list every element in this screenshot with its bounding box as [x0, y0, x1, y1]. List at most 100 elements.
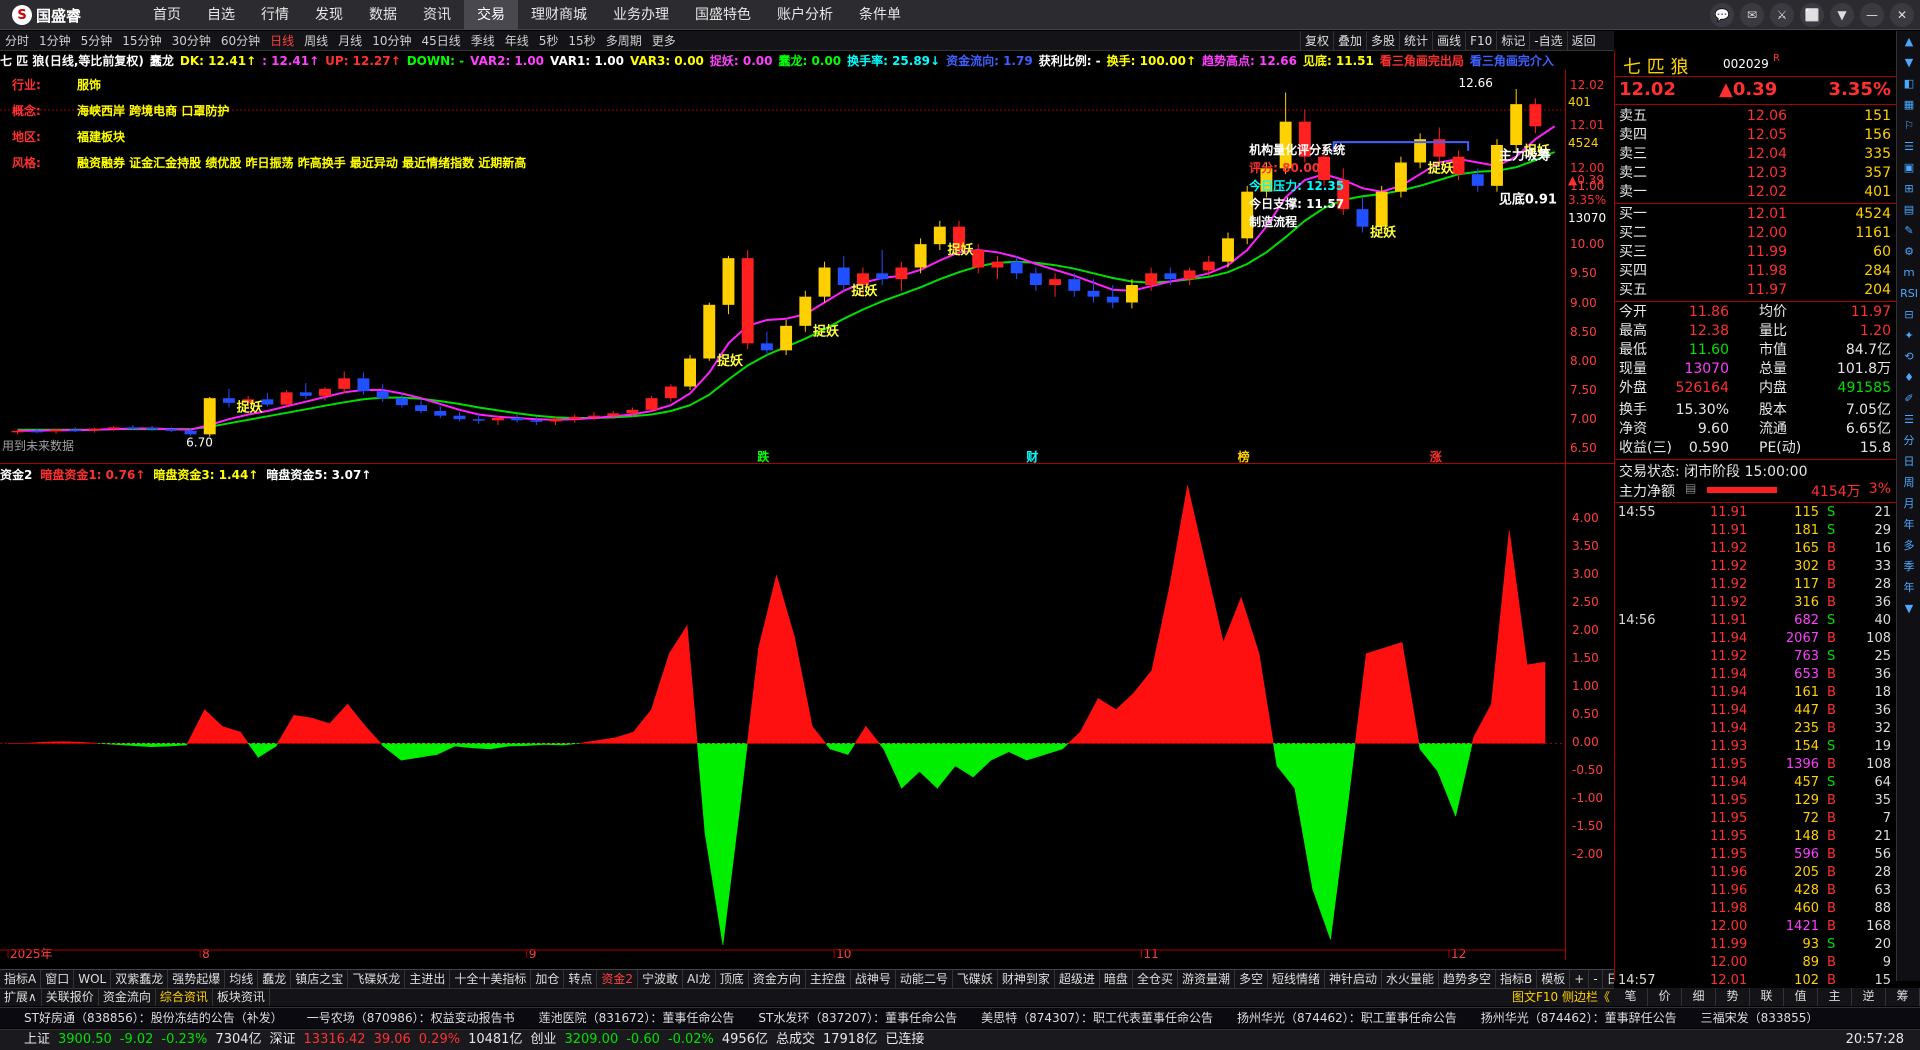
- indicator-tab[interactable]: 强势起爆: [168, 970, 226, 988]
- side-tool-icon[interactable]: 周: [1897, 472, 1920, 493]
- news-item[interactable]: 扬州华光（874462）：董事辞任公告: [1481, 1008, 1677, 1028]
- side-tool-icon[interactable]: 年: [1897, 514, 1920, 535]
- window-control-icon[interactable]: ▼: [1830, 3, 1854, 27]
- quote-tab[interactable]: 细: [1682, 988, 1716, 1006]
- indicator-tab[interactable]: 加仓: [531, 970, 565, 988]
- toolbar-button[interactable]: 画线: [1432, 31, 1465, 51]
- toolbar-button[interactable]: 复权: [1300, 31, 1333, 51]
- menu-item[interactable]: 国盛特色: [682, 0, 764, 30]
- side-tool-icon[interactable]: ⊟: [1897, 304, 1920, 325]
- side-tool-icon[interactable]: ▤: [1897, 199, 1920, 220]
- kline-chart[interactable]: 12.666.70捉妖捉妖捉妖捉妖捉妖捉妖捉妖捉妖主力吸筹见底0.91机构量化评…: [0, 70, 1566, 960]
- indicator-tab[interactable]: 飞碟妖龙: [348, 970, 406, 988]
- side-tool-icon[interactable]: ☰: [1897, 136, 1920, 157]
- indicator-tab[interactable]: 双紫蠢龙: [111, 970, 169, 988]
- news-item[interactable]: 扬州华光（874462）：职工董事任命公告: [1237, 1008, 1457, 1028]
- period-tab[interactable]: 多周期: [601, 32, 647, 49]
- toolbar-button[interactable]: 多股: [1366, 31, 1399, 51]
- quote-tab[interactable]: 联: [1750, 988, 1784, 1006]
- order-book-row[interactable]: 卖一 12.02 401: [1615, 183, 1897, 202]
- quote-tab[interactable]: 筹: [1886, 988, 1920, 1006]
- indicator-tab[interactable]: 神针启动: [1325, 970, 1383, 988]
- period-tab[interactable]: 月线: [333, 32, 367, 49]
- indicator-tab[interactable]: 主控盘: [806, 970, 851, 988]
- indicator-tab[interactable]: 十全十美指标: [450, 970, 532, 988]
- indicator-tab[interactable]: 财神到家: [998, 970, 1055, 988]
- menu-item[interactable]: 条件单: [846, 0, 914, 30]
- window-control-icon[interactable]: 💬: [1710, 3, 1734, 27]
- period-tab[interactable]: 45日线: [416, 32, 465, 49]
- toolbar-button[interactable]: -自选: [1529, 31, 1566, 51]
- window-control-icon[interactable]: ✉: [1740, 3, 1764, 27]
- indicator-tab[interactable]: 多空: [1235, 970, 1268, 988]
- toolbar-button[interactable]: 统计: [1399, 31, 1432, 51]
- side-tool-icon[interactable]: ◧: [1897, 73, 1920, 94]
- period-tab[interactable]: 15分钟: [117, 32, 166, 49]
- order-book-row[interactable]: 卖二 12.03 357: [1615, 164, 1897, 183]
- news-item[interactable]: 一号农场（870986）：权益变动报告书: [307, 1008, 515, 1028]
- indicator-tab[interactable]: 暗盘: [1100, 970, 1133, 988]
- period-tab[interactable]: 更多: [647, 32, 681, 49]
- quote-tab[interactable]: 价: [1648, 988, 1682, 1006]
- indicator-tab[interactable]: 动能二号: [896, 970, 953, 988]
- quote-tab[interactable]: 值: [1784, 988, 1818, 1006]
- toolbar-button[interactable]: 标记: [1496, 31, 1529, 51]
- order-book-row[interactable]: 卖三 12.04 335: [1615, 145, 1897, 164]
- indicator-tab[interactable]: 战神号: [851, 970, 896, 988]
- period-tab[interactable]: 分时: [0, 32, 34, 49]
- order-book-row[interactable]: 买一 12.01 4524: [1615, 205, 1897, 224]
- menu-item[interactable]: 理财商城: [518, 0, 600, 30]
- menu-item[interactable]: 首页: [140, 0, 194, 30]
- side-tool-icon[interactable]: 分: [1897, 430, 1920, 451]
- indicator-tab[interactable]: 日线: [1603, 970, 1614, 988]
- menu-item[interactable]: 数据: [356, 0, 410, 30]
- side-tool-icon[interactable]: ⚙: [1897, 241, 1920, 262]
- news-item[interactable]: 美思特（874307）：职工代表董事任命公告: [981, 1008, 1213, 1028]
- period-tab[interactable]: 1分钟: [34, 32, 76, 49]
- side-tool-icon[interactable]: ⚐: [1897, 115, 1920, 136]
- window-control-icon[interactable]: —: [1860, 3, 1884, 27]
- indicator-tab[interactable]: -: [1589, 970, 1603, 988]
- indicator-tab[interactable]: 转点: [564, 970, 598, 988]
- indicator-tab[interactable]: 短线情绪: [1268, 970, 1325, 988]
- side-tool-icon[interactable]: 季: [1897, 556, 1920, 577]
- side-tool-icon[interactable]: ▦: [1897, 94, 1920, 115]
- period-tab[interactable]: 15秒: [563, 32, 600, 49]
- side-tool-icon[interactable]: ⟲: [1897, 346, 1920, 367]
- period-tab[interactable]: 季线: [466, 32, 500, 49]
- indicator-tab[interactable]: 飞碟妖: [953, 970, 998, 988]
- indicator-tab[interactable]: 超级进: [1055, 970, 1100, 988]
- side-tool-icon[interactable]: ▼: [1897, 598, 1920, 619]
- indicator-tab[interactable]: 镇店之宝: [291, 970, 349, 988]
- indicator-tab[interactable]: 资金方向: [749, 970, 806, 988]
- news-item[interactable]: 莲池医院（831672）：董事任命公告: [539, 1008, 735, 1028]
- order-book-row[interactable]: 买四 11.98 284: [1615, 262, 1897, 281]
- period-tab[interactable]: 60分钟: [216, 32, 265, 49]
- period-tab[interactable]: 日线: [265, 32, 299, 49]
- indicator-tab[interactable]: 趋势多空: [1439, 970, 1497, 988]
- period-tab[interactable]: 周线: [299, 32, 333, 49]
- period-tab[interactable]: 30分钟: [167, 32, 216, 49]
- indicator-tab[interactable]: 全仓买: [1133, 970, 1178, 988]
- indicator-tab[interactable]: 游资量潮: [1178, 970, 1235, 988]
- indicator-tab[interactable]: 窗口: [41, 970, 75, 988]
- indicator-tab[interactable]: 模板: [1537, 970, 1571, 988]
- indicator-tab[interactable]: 指标B: [1496, 970, 1538, 988]
- side-tool-icon[interactable]: ▼: [1897, 52, 1920, 73]
- order-book-row[interactable]: 买三 11.99 60: [1615, 243, 1897, 262]
- quote-tab[interactable]: 逆: [1852, 988, 1886, 1006]
- news-item[interactable]: ST水发环（837207）：董事任命公告: [758, 1008, 957, 1028]
- side-tool-icon[interactable]: ✦: [1897, 325, 1920, 346]
- side-tool-icon[interactable]: 月: [1897, 493, 1920, 514]
- period-tab[interactable]: 10分钟: [367, 32, 416, 49]
- side-tool-icon[interactable]: 日: [1897, 451, 1920, 472]
- menu-item[interactable]: 交易: [464, 0, 518, 30]
- menu-item[interactable]: 业务办理: [600, 0, 682, 30]
- sub-tab[interactable]: 综合资讯: [156, 989, 213, 1006]
- side-tool-icon[interactable]: RSI: [1897, 283, 1920, 304]
- sub-tab[interactable]: 资金流向: [99, 989, 156, 1006]
- side-tool-icon[interactable]: ✐: [1897, 388, 1920, 409]
- indicator-tab[interactable]: 主进出: [405, 970, 451, 988]
- menu-item[interactable]: 账户分析: [764, 0, 846, 30]
- indicator-tab[interactable]: +: [1570, 970, 1590, 988]
